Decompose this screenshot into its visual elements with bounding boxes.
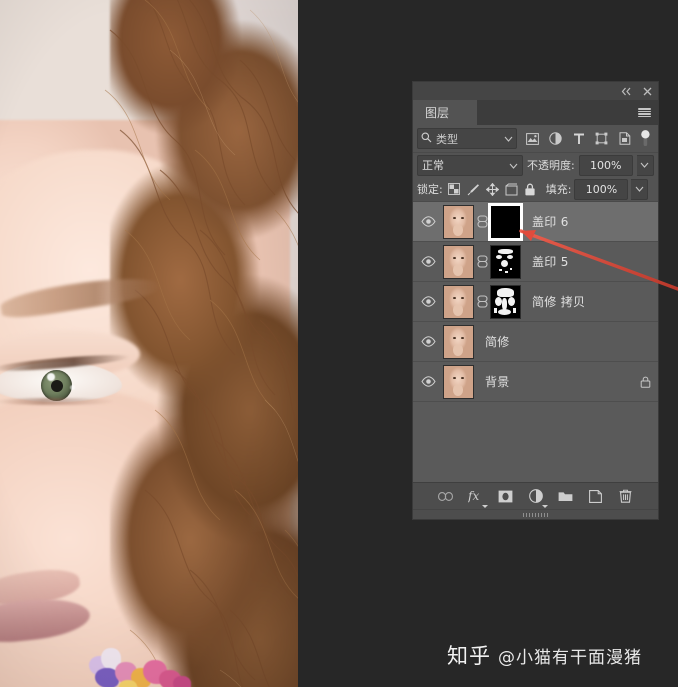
eye-icon xyxy=(420,376,436,387)
layer-visibility-toggle[interactable] xyxy=(413,336,443,347)
layer-visibility-toggle[interactable] xyxy=(413,376,443,387)
filter-shape-layers-icon[interactable] xyxy=(590,128,613,150)
eye-icon xyxy=(420,216,436,227)
lock-all-icon[interactable] xyxy=(522,180,539,198)
layer-mask-link-icon[interactable] xyxy=(474,215,490,228)
layer-mask-thumbnail[interactable] xyxy=(490,284,521,319)
layer-mask-thumbnail[interactable] xyxy=(490,244,521,279)
photo-vignette xyxy=(0,0,298,687)
chevron-down-icon xyxy=(504,132,513,145)
layer-name[interactable]: 盖印 6 xyxy=(521,213,651,230)
layer-mask-link-icon[interactable] xyxy=(474,255,490,268)
lock-artboard-nesting-icon[interactable] xyxy=(503,180,520,198)
layer-list[interactable]: 盖印 6 盖印 5 简修 拷贝 简修 背景 xyxy=(413,202,658,482)
lock-row: 锁定: 填充: 100% xyxy=(413,177,658,202)
layer-thumbnail[interactable] xyxy=(443,284,474,319)
layer-filter-row: 类型 xyxy=(413,125,658,153)
fill-stepper-chevron-icon[interactable] xyxy=(631,178,649,200)
tab-layers-label: 图层 xyxy=(425,106,450,120)
add-layer-mask-button[interactable] xyxy=(497,487,514,505)
blend-mode-dropdown[interactable]: 正常 xyxy=(417,154,523,176)
link-layers-button[interactable] xyxy=(437,487,454,505)
delete-layer-button[interactable] xyxy=(617,487,634,505)
opacity-value-field[interactable]: 100% xyxy=(578,154,633,176)
layer-name[interactable]: 简修 xyxy=(474,333,651,350)
filter-adjustment-layers-icon[interactable] xyxy=(544,128,567,150)
layer-mask-thumbnail[interactable] xyxy=(488,202,523,241)
watermark: 知乎 @小猫有干面漫猪 xyxy=(447,640,642,670)
layer-visibility-toggle[interactable] xyxy=(413,296,443,307)
layer-name[interactable]: 简修 拷贝 xyxy=(521,293,651,310)
layers-panel: 图层 类型 正常 不透明度: 100% 锁定: 填充: 100% 盖印 6 盖印… xyxy=(413,82,658,519)
lock-icon-group xyxy=(446,180,539,198)
layer-mask-link-icon[interactable] xyxy=(474,295,490,308)
panel-titlebar xyxy=(413,82,658,100)
collapse-panel-icon[interactable] xyxy=(621,87,632,96)
filter-icon-group xyxy=(521,128,654,150)
filter-type-dropdown[interactable]: 类型 xyxy=(417,128,517,149)
layer-thumbnail[interactable] xyxy=(443,244,474,279)
opacity-value: 100% xyxy=(589,158,622,172)
new-group-button[interactable] xyxy=(557,487,574,505)
table-row[interactable]: 盖印 6 xyxy=(413,202,658,242)
filter-enable-toggle[interactable] xyxy=(638,128,652,149)
fill-value-field[interactable]: 100% xyxy=(574,178,629,200)
chevron-down-icon xyxy=(509,159,518,172)
watermark-brand: 知乎 xyxy=(447,644,491,668)
filter-pixel-layers-icon[interactable] xyxy=(521,128,544,150)
tab-row-filler xyxy=(477,100,638,125)
layer-locked-icon xyxy=(632,376,658,388)
table-row[interactable]: 简修 xyxy=(413,322,658,362)
layer-visibility-toggle[interactable] xyxy=(413,256,443,267)
blend-mode-row: 正常 不透明度: 100% xyxy=(413,153,658,177)
new-layer-button[interactable] xyxy=(587,487,604,505)
panel-menu-icon[interactable] xyxy=(638,100,658,125)
lock-label: 锁定: xyxy=(417,183,443,196)
opacity-label: 不透明度: xyxy=(527,159,575,172)
layer-name[interactable]: 背景 xyxy=(474,373,632,390)
blend-mode-value: 正常 xyxy=(422,159,444,172)
layers-panel-toolbar: fx xyxy=(413,482,658,509)
close-panel-icon[interactable] xyxy=(643,87,652,96)
table-row[interactable]: 盖印 5 xyxy=(413,242,658,282)
eye-icon xyxy=(420,296,436,307)
watermark-handle: @小猫有干面漫猪 xyxy=(498,647,642,668)
table-row[interactable]: 背景 xyxy=(413,362,658,402)
filter-type-label: 类型 xyxy=(436,132,458,146)
lock-image-pixels-icon[interactable] xyxy=(465,180,482,198)
panel-tab-row: 图层 xyxy=(413,100,658,125)
table-row[interactable]: 简修 拷贝 xyxy=(413,282,658,322)
layer-style-button[interactable]: fx xyxy=(467,487,488,508)
fill-value: 100% xyxy=(585,182,618,196)
panel-resize-grip[interactable] xyxy=(413,509,658,519)
layer-visibility-toggle[interactable] xyxy=(413,216,443,227)
opacity-stepper-chevron-icon[interactable] xyxy=(636,154,654,176)
new-adjustment-layer-button[interactable] xyxy=(527,487,548,508)
eye-icon xyxy=(420,256,436,267)
filter-smart-object-icon[interactable] xyxy=(613,128,636,150)
portrait-photo xyxy=(0,0,298,687)
search-icon xyxy=(421,132,432,146)
svg-text:fx: fx xyxy=(468,489,479,503)
layer-thumbnail[interactable] xyxy=(443,204,474,239)
layer-name[interactable]: 盖印 5 xyxy=(521,253,651,270)
lock-position-icon[interactable] xyxy=(484,180,501,198)
screenshot-root: 图层 类型 正常 不透明度: 100% 锁定: 填充: 100% 盖印 6 盖印… xyxy=(0,0,678,687)
fill-label: 填充: xyxy=(545,183,572,196)
tab-layers[interactable]: 图层 xyxy=(413,100,477,125)
lock-transparent-pixels-icon[interactable] xyxy=(446,180,463,198)
eye-icon xyxy=(420,336,436,347)
layer-thumbnail[interactable] xyxy=(443,364,474,399)
layer-thumbnail[interactable] xyxy=(443,324,474,359)
filter-type-layers-icon[interactable] xyxy=(567,128,590,150)
